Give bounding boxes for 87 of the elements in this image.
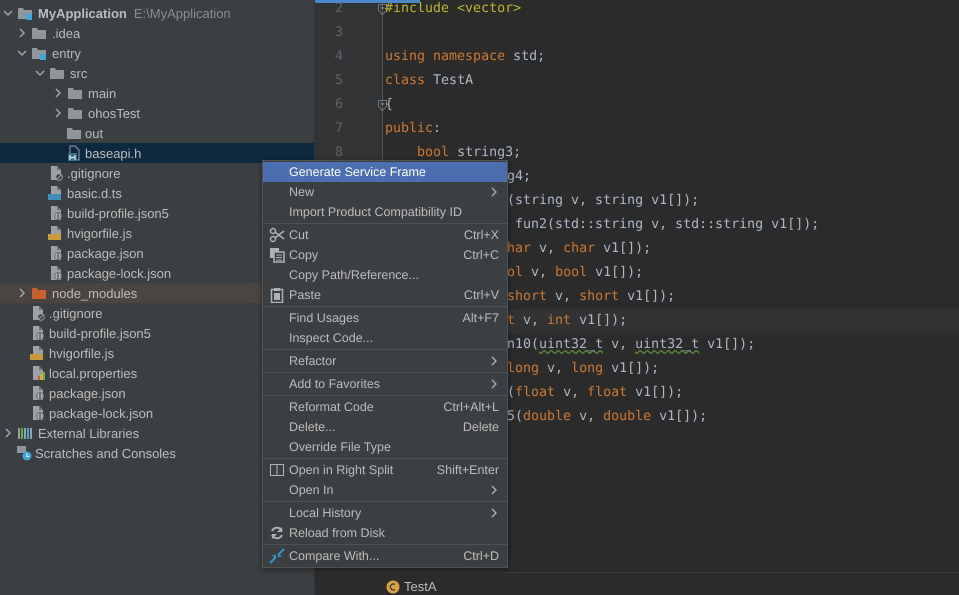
folder-icon xyxy=(67,105,83,121)
folder-icon xyxy=(67,85,83,101)
menu-item[interactable]: Delete... Delete xyxy=(263,417,507,437)
code-line: t v, int v1[]); xyxy=(507,313,628,328)
folder-icon xyxy=(49,65,65,81)
tree-item[interactable]: out xyxy=(0,123,314,143)
code-line: class TestA xyxy=(385,73,474,88)
menu-item[interactable]: Generate Service Frame xyxy=(263,162,507,182)
tree-item[interactable]: ohosTest xyxy=(0,103,314,123)
menu-item[interactable]: Copy Ctrl+C xyxy=(263,245,507,265)
properties-file-icon xyxy=(30,365,46,381)
menu-item[interactable]: Reload from Disk xyxy=(263,523,507,543)
code-line: fun2(std::string v, std::string v1[]); xyxy=(514,217,820,232)
menu-item[interactable]: Find Usages Alt+F7 xyxy=(263,308,507,328)
menu-item[interactable]: Compare With... Ctrl+D xyxy=(263,546,507,566)
ts-file-icon xyxy=(48,185,64,201)
shortcut-text: Shift+Enter xyxy=(436,463,499,477)
json-file-icon xyxy=(48,245,64,261)
tree-item[interactable]: entry xyxy=(0,43,314,63)
code-line: har v, char v1[]); xyxy=(507,241,652,256)
code-line: n10(uint32_t v, uint32_t v1[]); xyxy=(507,337,756,352)
shortcut-text: Ctrl+Alt+L xyxy=(443,400,499,414)
tree-item[interactable]: baseapi.h xyxy=(0,143,314,163)
module-folder-icon xyxy=(31,45,47,61)
code-line: using namespace std; xyxy=(385,49,546,64)
reload-icon xyxy=(269,525,285,541)
code-line: #include <vector> xyxy=(385,1,522,16)
split-icon xyxy=(269,462,285,478)
menu-item[interactable]: Reformat Code Ctrl+Alt+L xyxy=(263,397,507,417)
menu-item[interactable]: Inspect Code... xyxy=(263,328,507,348)
menu-item[interactable]: Open In xyxy=(263,480,507,500)
menu-item[interactable]: Copy Path/Reference... xyxy=(263,265,507,285)
code-line: short v, short v1[]); xyxy=(507,289,676,304)
json-file-icon xyxy=(30,385,46,401)
shortcut-text: Ctrl+X xyxy=(464,228,499,242)
menu-item[interactable]: Local History xyxy=(263,503,507,523)
shortcut-text: Ctrl+C xyxy=(463,248,499,262)
shortcut-text: Ctrl+V xyxy=(464,288,499,302)
code-line: (string v, string v1[]); xyxy=(507,193,700,208)
class-icon xyxy=(386,580,400,594)
tree-item[interactable]: MyApplication E:\MyApplication xyxy=(0,3,314,23)
tree-item[interactable]: .idea xyxy=(0,23,314,43)
clipboard-icon xyxy=(269,287,285,303)
code-line: 5(double v, double v1[]); xyxy=(507,409,708,424)
menu-item[interactable]: Open in Right Split Shift+Enter xyxy=(263,460,507,480)
json-file-icon xyxy=(30,405,46,421)
json-file-icon xyxy=(48,205,64,221)
code-line: ol v, bool v1[]); xyxy=(507,265,644,280)
menu-item[interactable]: New xyxy=(263,182,507,202)
scratches-icon xyxy=(16,445,32,461)
folder-icon xyxy=(31,25,47,41)
copy-icon xyxy=(269,247,285,263)
code-line: public: xyxy=(385,121,442,136)
code-line: (float v, float v1[]); xyxy=(507,385,684,400)
libraries-icon xyxy=(17,425,33,441)
compare-icon xyxy=(269,548,285,564)
module-folder-icon xyxy=(17,5,33,21)
code-line: { xyxy=(385,97,394,112)
fold-icon[interactable] xyxy=(378,100,387,110)
json-file-icon xyxy=(30,325,46,341)
code-line: g4; xyxy=(507,169,532,184)
project-name: MyApplication xyxy=(38,6,127,20)
menu-item[interactable]: Add to Favorites xyxy=(263,374,507,394)
ignored-file-icon xyxy=(30,305,46,321)
header-file-icon xyxy=(66,145,82,161)
tree-item[interactable]: src xyxy=(0,63,314,83)
menu-item[interactable]: Refactor xyxy=(263,351,507,371)
code-line: bool string3; xyxy=(416,145,522,160)
shortcut-text: Delete xyxy=(462,420,499,434)
menu-item[interactable]: Paste Ctrl+V xyxy=(263,285,507,305)
shortcut-text: Alt+F7 xyxy=(462,311,499,325)
js-file-icon xyxy=(48,225,64,241)
scissors-icon xyxy=(269,227,285,243)
breadcrumb-item[interactable]: TestA xyxy=(404,579,437,594)
js-file-icon xyxy=(30,345,46,361)
fold-icon[interactable] xyxy=(378,4,387,14)
ignored-file-icon xyxy=(48,165,64,181)
project-path: E:\MyApplication xyxy=(134,6,231,20)
menu-item[interactable]: Cut Ctrl+X xyxy=(263,225,507,245)
menu-item[interactable]: Override File Type xyxy=(263,437,507,457)
menu-item[interactable]: Import Product Compatibility ID xyxy=(263,202,507,222)
folder-icon xyxy=(31,285,47,301)
tree-item[interactable]: main xyxy=(0,83,314,103)
code-line: long v, long v1[]); xyxy=(507,361,660,376)
json-file-icon xyxy=(48,265,64,281)
folder-icon xyxy=(66,125,82,141)
shortcut-text: Ctrl+D xyxy=(463,549,499,563)
